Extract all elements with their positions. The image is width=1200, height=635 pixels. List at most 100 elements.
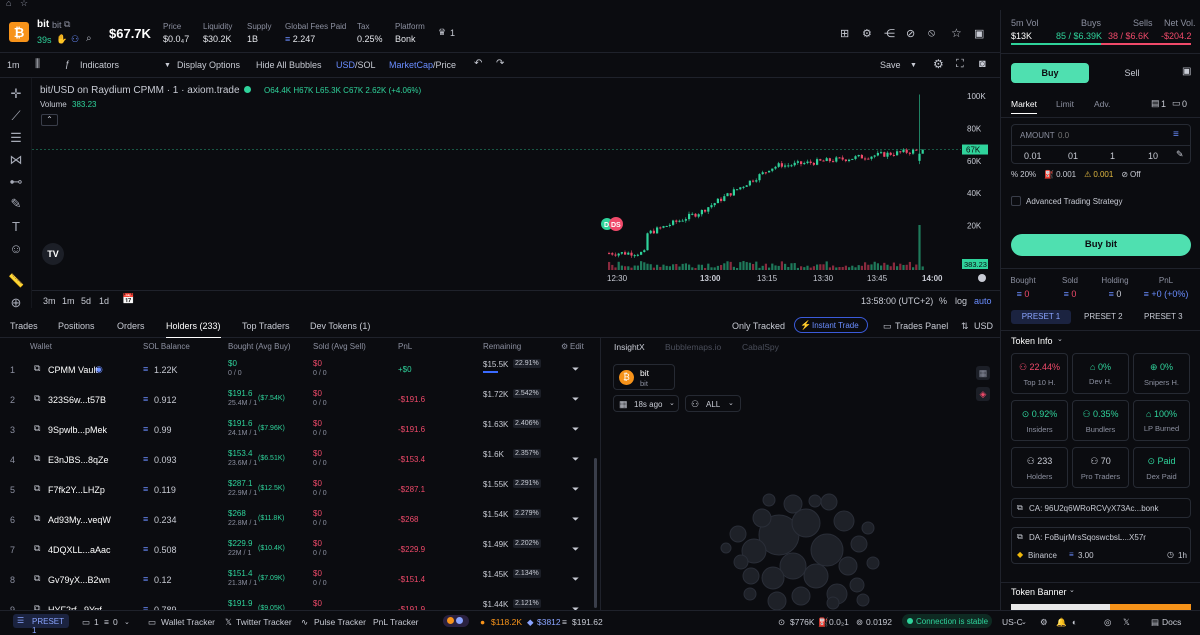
link-icon[interactable]: ⧉	[34, 573, 40, 584]
holder-bubble[interactable]	[866, 556, 880, 570]
wallet-address[interactable]: 4DQXLL...aAac	[48, 545, 111, 555]
hide-bubbles-button[interactable]: Hide All Bubbles	[256, 60, 322, 70]
table-row[interactable]: 2 ⧉ 323S6w...t57B ≡ 0.912 $191.6 25.4M / 1 ($7.…	[0, 384, 598, 414]
tab-adv[interactable]: Adv.	[1094, 99, 1110, 109]
header-sol-balance[interactable]: SOL Balance	[143, 342, 190, 351]
pulse-tracker-button[interactable]: Pulse Tracker	[314, 617, 366, 627]
holder-bubble[interactable]	[783, 494, 803, 514]
user-icon[interactable]: ⚇	[71, 34, 79, 45]
wallets-icon[interactable]: ▭	[82, 617, 90, 628]
buy-submit-button[interactable]: Buy bit	[1011, 234, 1191, 256]
percent-toggle[interactable]: %	[939, 296, 947, 306]
wallet-address[interactable]: 9Spwlb...pMek	[48, 425, 107, 435]
quick-amount-1[interactable]: 0.01	[1024, 151, 1042, 161]
star-icon[interactable]: ☆	[20, 0, 28, 9]
region-selector[interactable]: US-C	[1002, 617, 1023, 627]
table-row[interactable]: 5 ⧉ F7fk2Y...LHZp ≡ 0.119 $287.1 22.9M / 1 ($12…	[0, 474, 598, 504]
link-icon[interactable]: ⧉	[34, 483, 40, 494]
holder-bubble[interactable]	[720, 542, 732, 554]
table-row[interactable]: 3 ⧉ 9Spwlb...pMek ≡ 0.99 $191.6 24.1M / 1 ($7.9…	[0, 414, 598, 444]
hand-icon[interactable]: ✋	[56, 34, 67, 45]
instant-trade-button[interactable]: ⚡ Instant Trade	[794, 317, 868, 333]
holder-bubble[interactable]	[856, 593, 870, 607]
bubble-cluster[interactable]	[601, 338, 1000, 610]
wallet-address[interactable]: Ad93My...veqW	[48, 515, 111, 525]
tab-dev-tokens[interactable]: Dev Tokens (1)	[310, 321, 370, 331]
filter-icon[interactable]: ⏷	[572, 424, 579, 435]
docs-link[interactable]: Docs	[1162, 617, 1181, 627]
header-edit[interactable]: Edit	[570, 342, 584, 351]
chevron-down-icon[interactable]: ⌄	[124, 618, 130, 626]
indicators-icon[interactable]: ƒ	[65, 59, 70, 69]
link-icon[interactable]: ⧉	[34, 513, 40, 524]
dev-address-card[interactable]: ⧉ DA: FoBujrMrsSqoswcbsL...X57r ◆ Binanc…	[1011, 527, 1191, 564]
table-row[interactable]: 9 ⧉ HYF2rf...9Yqf ≡ 0.789 $191.9 ($9.05K) $0 -$1…	[0, 594, 598, 610]
header-bought[interactable]: Bought (Avg Buy)	[228, 342, 291, 351]
holder-bubble[interactable]	[803, 563, 829, 589]
holder-bubble[interactable]	[742, 567, 760, 585]
display-options-button[interactable]: Display Options	[177, 60, 240, 70]
link-icon[interactable]: ⧉	[34, 363, 40, 374]
holder-bubble[interactable]	[808, 494, 822, 508]
tab-trades[interactable]: Trades	[10, 321, 38, 331]
holder-bubble[interactable]	[861, 521, 875, 535]
sell-tab[interactable]: Sell	[1093, 63, 1171, 83]
edit-icon[interactable]: ⚙	[561, 342, 568, 351]
home-icon[interactable]: ⌂	[6, 0, 11, 8]
holder-bubble[interactable]	[791, 586, 811, 606]
hide-icon[interactable]: ⊘	[906, 27, 915, 40]
token-banner-title[interactable]: Token Banner	[1011, 587, 1067, 597]
price-chart[interactable]: 100K 80K 60K 40K 20K 67K 383.23 12:30 13:00 13:15…	[32, 78, 1000, 310]
filter-icon[interactable]: ⏷	[572, 514, 579, 525]
holder-bubble[interactable]	[762, 493, 776, 507]
trendline-icon[interactable]: ⟋	[8, 108, 24, 124]
wallet-icon[interactable]: ▣	[1182, 66, 1191, 77]
pnl-tracker-button[interactable]: PnL Tracker	[373, 617, 419, 627]
quick-amount-3[interactable]: 1	[1110, 151, 1115, 161]
fib-icon[interactable]: ☰	[8, 130, 24, 146]
range-1m[interactable]: 1m	[62, 296, 75, 306]
price-toggle[interactable]: Price	[436, 60, 457, 70]
wallet-address[interactable]: CPMM Vault	[48, 365, 98, 375]
holder-bubble[interactable]	[767, 591, 787, 610]
ruler-icon[interactable]: 📏	[8, 273, 24, 289]
marketcap-toggle[interactable]: MarketCap	[389, 60, 433, 70]
tab-limit[interactable]: Limit	[1056, 99, 1074, 109]
chevron-down-icon[interactable]: ⌄	[1021, 618, 1027, 626]
bell-icon[interactable]: 🔔	[1056, 617, 1067, 628]
redo-icon[interactable]: ↷	[496, 58, 504, 69]
link-icon[interactable]: ⧉	[34, 393, 40, 404]
pattern-icon[interactable]: ⋈	[8, 152, 24, 168]
text-icon[interactable]: T	[8, 219, 24, 235]
table-row[interactable]: 1 ⧉ CPMM Vault ◉ ≡ 1.22K $0 0 / 0 $0 0 / 0 +$0 $15.…	[0, 354, 598, 384]
currency-toggle[interactable]: USD	[974, 321, 993, 331]
header-wallet[interactable]: Wallet	[30, 342, 52, 351]
buy-tab[interactable]: Buy	[1011, 63, 1089, 83]
header-pnl[interactable]: PnL	[398, 342, 412, 351]
quick-amount-4[interactable]: 10	[1148, 151, 1158, 161]
grid-icon[interactable]: ⊞	[840, 27, 849, 40]
table-scrollbar[interactable]	[594, 458, 597, 608]
chart-settings-icon[interactable]: ⚙	[933, 57, 944, 71]
amount-input[interactable]	[1058, 128, 1158, 142]
wallet-address[interactable]: Gv79yX...B2wn	[48, 575, 110, 585]
filter-icon[interactable]: ⏷	[572, 394, 579, 405]
wallet-address[interactable]: F7fk2Y...LHZp	[48, 485, 105, 495]
holder-bubble[interactable]	[743, 587, 757, 601]
chain-selector[interactable]	[443, 615, 469, 627]
token-info-title[interactable]: Token Info	[1011, 336, 1053, 346]
holder-bubble[interactable]	[733, 554, 749, 570]
table-row[interactable]: 8 ⧉ Gv79yX...B2wn ≡ 0.12 $151.4 21.3M / 1 ($7.0…	[0, 564, 598, 594]
chevron-down-icon[interactable]: ⌄	[1057, 335, 1063, 343]
holder-bubble[interactable]	[849, 577, 865, 593]
link-icon[interactable]: ⧉	[34, 453, 40, 464]
holder-bubble[interactable]	[752, 508, 772, 528]
layout-icon[interactable]: ▣	[974, 27, 984, 40]
holder-bubble[interactable]	[826, 596, 840, 610]
wallet-tracker-button[interactable]: Wallet Tracker	[161, 617, 215, 627]
tab-holders[interactable]: Holders (233)	[166, 321, 221, 338]
trades-panel-icon[interactable]: ▭	[883, 321, 892, 332]
chevron-down-icon[interactable]: ⌄	[1069, 586, 1075, 594]
holder-bubble[interactable]	[729, 525, 747, 543]
zoom-icon[interactable]: ⊕	[8, 295, 24, 311]
